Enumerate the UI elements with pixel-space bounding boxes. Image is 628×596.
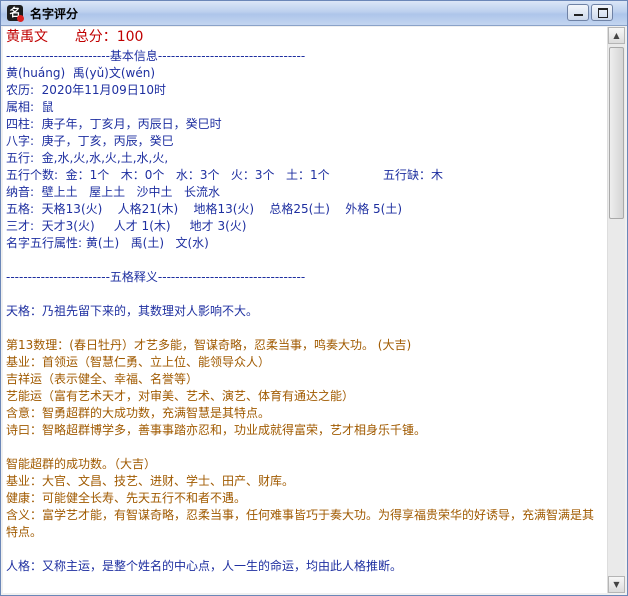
sancai-line: 三才: 天才3(火) 人才 1(木) 地才 3(火) xyxy=(6,219,247,233)
four-pillars-line: 四柱: 庚子年，丁亥月，丙辰日，癸巳时 xyxy=(6,117,222,131)
jiye-detail-line: 基业：大官、文昌、技艺、进财、学士、田产、财库。 xyxy=(6,474,295,488)
full-name: 黄禹文 xyxy=(6,29,48,45)
wuge-line: 五格: 天格13(火) 人格21(木) 地格13(火) 总格25(土) 外格 5… xyxy=(6,202,403,216)
app-icon[interactable]: 名 xyxy=(7,5,24,22)
zodiac-line: 属相: 鼠 xyxy=(6,100,54,114)
health-line: 健康：可能健全长寿、先天五行不和者不遇。 xyxy=(6,491,247,505)
meaning-paragraph: 含义：富学艺才能，有智谋奇略，忍柔当事，任何难事皆巧于奏大功。为得享福贵荣华的好… xyxy=(6,508,595,539)
maximize-button[interactable] xyxy=(591,4,613,21)
minimize-icon xyxy=(574,14,583,16)
pinyin-line: 黄(huáng) 禹(yǔ)文(wén) xyxy=(6,66,156,80)
wuxing-count-line: 五行个数: 金：1个 木：0个 水：3个 火：3个 土：1个 五行缺：木 xyxy=(6,168,444,182)
bazi-line: 八字: 庚子，丁亥，丙辰，癸巳 xyxy=(6,134,174,148)
tiange-intro: 天格：乃祖先留下来的，其数理对人影响不大。 xyxy=(6,304,259,318)
poem-line: 诗曰：智略超群博学多，善事事踏亦忍和，功业成就得富荣，艺才相身乐千锺。 xyxy=(6,423,427,437)
success-number-title: 智能超群的成功数。（大吉） xyxy=(6,457,157,471)
score-label: 总分： xyxy=(74,29,117,45)
title-bar[interactable]: 名 名字评分 xyxy=(1,1,627,26)
scroll-down-button[interactable]: ▼ xyxy=(608,576,625,593)
vertical-scrollbar[interactable]: ▲ ▼ xyxy=(607,27,625,593)
scroll-up-button[interactable]: ▲ xyxy=(608,27,625,44)
app-window: 名 名字评分 黄禹文 总分：100 ----------------------… xyxy=(0,0,628,596)
maximize-icon xyxy=(598,8,608,18)
number-13-title: 第13数理：(春日牡丹）才艺多能，智谋奇略，忍柔当事，鸣奏大功。 (大吉) xyxy=(6,338,412,352)
scroll-thumb[interactable] xyxy=(609,47,624,219)
yineng-line: 艺能运（富有艺术天才，对审美、艺术、演艺、体育有通达之能） xyxy=(6,389,355,403)
name-score-line: 黄禹文 总分：100 xyxy=(6,27,604,48)
jiye-line: 基业：首领运（智慧仁勇、立上位、能领导众人） xyxy=(6,355,271,369)
result-text-area[interactable]: 黄禹文 总分：100 ------------------------基本信息-… xyxy=(3,27,607,593)
wuxing-line: 五行: 金,水,火,水,火,土,水,火, xyxy=(6,151,169,165)
name-wuxing-line: 名字五行属性: 黄(土) 禹(土) 文(水) xyxy=(6,236,209,250)
renge-intro: 人格：又称主运，是整个姓名的中心点，人一生的命运，均由此人格推断。 xyxy=(6,559,403,573)
minimize-button[interactable] xyxy=(567,4,589,21)
nayin-line: 纳音: 壁上土 屋上土 沙中土 长流水 xyxy=(6,185,221,199)
wuge-explain-header: ------------------------五格释义------------… xyxy=(6,270,306,284)
hanyi-line: 含意：智勇超群的大成功数，充满智慧是其特点。 xyxy=(6,406,271,420)
score-value: 100 xyxy=(116,29,144,45)
basic-info-header: ------------------------基本信息------------… xyxy=(6,49,306,63)
lunar-date-line: 农历: 2020年11月09日10时 xyxy=(6,83,167,97)
window-title: 名字评分 xyxy=(30,7,79,21)
jixiang-line: 吉祥运（表示健全、幸福、名誉等） xyxy=(6,372,199,386)
